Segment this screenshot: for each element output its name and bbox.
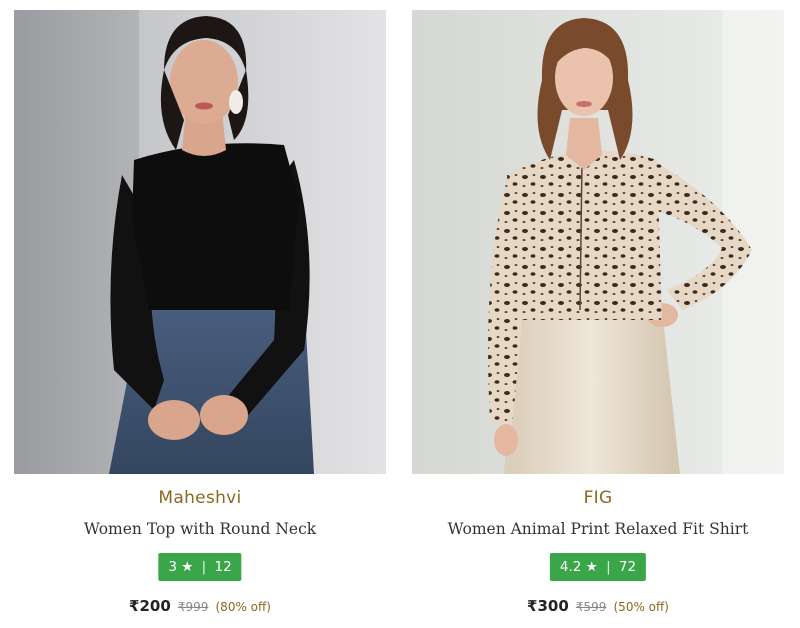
star-icon: ★ bbox=[585, 559, 598, 575]
rating-separator: | bbox=[201, 559, 207, 575]
selling-price: ₹300 bbox=[527, 597, 569, 615]
price-row: ₹200 ₹999 (80% off) bbox=[14, 596, 386, 615]
discount-label: (50% off) bbox=[613, 600, 669, 614]
brand-name[interactable]: FIG bbox=[412, 488, 784, 508]
product-card[interactable]: Maheshvi Women Top with Round Neck 3 ★ |… bbox=[14, 10, 386, 620]
original-price: ₹599 bbox=[575, 600, 607, 614]
rating-value: 4.2 bbox=[559, 559, 582, 575]
rating-value: 3 bbox=[168, 559, 177, 575]
price-row: ₹300 ₹599 (50% off) bbox=[412, 596, 784, 615]
original-price: ₹999 bbox=[177, 600, 209, 614]
discount-label: (80% off) bbox=[215, 600, 271, 614]
rating-badge: 4.2 ★ | 72 bbox=[549, 553, 647, 581]
product-title[interactable]: Women Top with Round Neck bbox=[14, 520, 386, 538]
rating-separator: | bbox=[606, 559, 611, 575]
selling-price: ₹200 bbox=[129, 597, 171, 615]
product-image[interactable] bbox=[14, 10, 386, 474]
star-icon: ★ bbox=[181, 559, 194, 575]
product-card[interactable]: FIG Women Animal Print Relaxed Fit Shirt… bbox=[412, 10, 784, 620]
rating-badge: 3 ★ | 12 bbox=[158, 553, 242, 581]
product-title[interactable]: Women Animal Print Relaxed Fit Shirt bbox=[412, 520, 784, 538]
review-count: 72 bbox=[618, 559, 637, 575]
brand-name[interactable]: Maheshvi bbox=[14, 488, 386, 508]
review-count: 12 bbox=[214, 559, 232, 575]
product-image[interactable] bbox=[412, 10, 784, 474]
